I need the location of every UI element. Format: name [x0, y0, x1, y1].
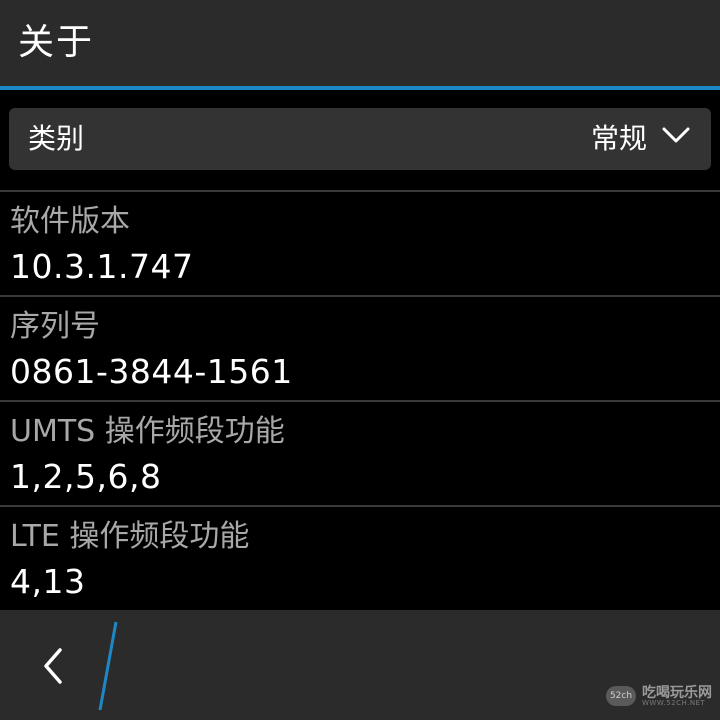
- about-screen: 关于 类别 常规 软件版本 10.3.1.747 序列号 0861-3844-1…: [0, 0, 720, 720]
- lte-bands-label: LTE 操作频段功能: [10, 519, 250, 554]
- chevron-down-icon: [662, 127, 690, 143]
- serial-number-label: 序列号: [10, 309, 100, 344]
- back-chevron-icon: [44, 648, 62, 684]
- action-bar-slash-divider: [98, 621, 118, 711]
- list-item-software-version: 软件版本 10.3.1.747: [0, 192, 720, 295]
- list-item-serial-number: 序列号 0861-3844-1561: [0, 297, 720, 400]
- back-button[interactable]: [0, 610, 110, 720]
- watermark-url: WWW.52CH.NET: [642, 698, 706, 707]
- watermark-logo: 52ch: [606, 686, 636, 706]
- category-selected-value: 常规: [590, 122, 647, 155]
- list-item-lte-bands: LTE 操作频段功能 4,13: [0, 507, 720, 610]
- list-item-umts-bands: UMTS 操作频段功能 1,2,5,6,8: [0, 402, 720, 505]
- serial-number-value: 0861-3844-1561: [10, 352, 293, 391]
- page-title: 关于: [18, 22, 95, 63]
- umts-bands-label: UMTS 操作频段功能: [10, 414, 285, 449]
- category-label: 类别: [28, 122, 85, 155]
- umts-bands-value: 1,2,5,6,8: [10, 457, 162, 496]
- lte-bands-value: 4,13: [10, 562, 86, 601]
- watermark: 52ch 吃喝玩乐网 WWW.52CH.NET: [606, 684, 712, 708]
- action-bar: 52ch 吃喝玩乐网 WWW.52CH.NET: [0, 610, 720, 720]
- about-info-list[interactable]: 软件版本 10.3.1.747 序列号 0861-3844-1561 UMTS …: [0, 170, 720, 610]
- watermark-text: 吃喝玩乐网 WWW.52CH.NET: [642, 686, 712, 707]
- software-version-label: 软件版本: [10, 204, 130, 239]
- software-version-value: 10.3.1.747: [10, 247, 194, 286]
- title-accent-line: [0, 86, 720, 90]
- category-dropdown[interactable]: 类别 常规: [9, 108, 711, 170]
- title-bar: 关于: [0, 0, 720, 86]
- watermark-name: 吃喝玩乐网: [642, 684, 712, 701]
